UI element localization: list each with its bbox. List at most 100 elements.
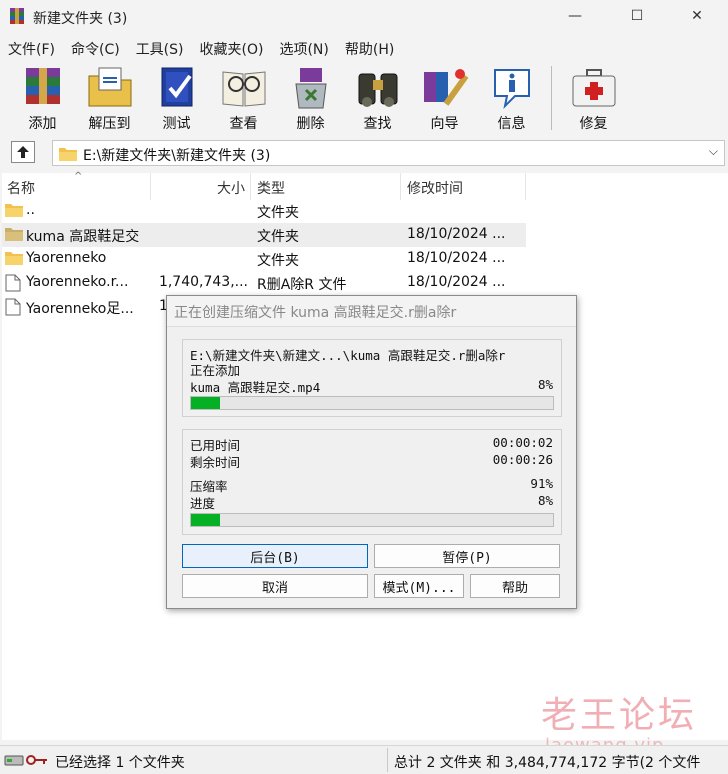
add-button[interactable]: 添加	[9, 60, 76, 134]
menu-file[interactable]: 文件(F)	[0, 36, 63, 60]
menu-options[interactable]: 选项(N)	[271, 36, 336, 60]
folder-icon	[5, 204, 23, 217]
progress-label: 进度	[190, 496, 216, 511]
add-label: 添加	[28, 116, 57, 132]
compression-ratio: 91%	[530, 476, 553, 491]
view-label: 查看	[229, 116, 258, 132]
total-progress-fill	[191, 514, 220, 526]
remaining-time: 00:00:26	[492, 452, 553, 467]
delete-label: 删除	[296, 116, 325, 132]
info-button[interactable]: 信息	[478, 60, 545, 134]
file-type: 文件夹	[257, 253, 299, 269]
drive-icon	[4, 755, 24, 766]
total-progress-bar	[190, 513, 554, 527]
close-button[interactable]: ✕	[674, 0, 720, 32]
extract-to-icon	[88, 67, 131, 107]
total-progress-panel: 已用时间 00:00:02 剩余时间 00:00:26 压缩率 91% 进度 8…	[182, 429, 562, 535]
test-icon	[161, 67, 192, 107]
window-title: 新建文件夹 (3)	[33, 11, 128, 27]
file-row[interactable]: Yaorenneko.r... 1,740,743,... R删A除R 文件 1…	[2, 271, 526, 295]
toolbar: 添加 解压到 测试 查看 删除 查找 向导 信息 修复	[0, 60, 728, 134]
up-folder-button[interactable]	[11, 141, 35, 163]
column-size[interactable]: 大小	[151, 173, 251, 200]
repair-label: 修复	[579, 116, 608, 132]
delete-button[interactable]: 删除	[277, 60, 344, 134]
file-icon	[5, 274, 21, 292]
up-arrow-icon	[17, 146, 29, 158]
wizard-button[interactable]: 向导	[411, 60, 478, 134]
folder-icon	[5, 252, 23, 265]
wizard-icon	[423, 69, 468, 106]
file-type: 文件夹	[257, 229, 299, 245]
file-progress-fill	[191, 397, 220, 409]
cancel-button[interactable]: 取消	[182, 574, 368, 598]
file-size: 1,740,743,...	[158, 274, 248, 290]
repair-button[interactable]: 修复	[560, 60, 627, 134]
menu-bar: 文件(F) 命令(C) 工具(S) 收藏夹(O) 选项(N) 帮助(H)	[0, 36, 402, 60]
info-label: 信息	[497, 116, 526, 132]
column-name-label: 名称	[7, 181, 35, 197]
status-total: 总计 2 文件夹 和 3,484,774,172 字节(2 个文件	[394, 755, 701, 771]
column-modified[interactable]: 修改时间	[401, 173, 526, 200]
file-row[interactable]: Yaorenneko 文件夹 18/10/2024 ...	[2, 247, 526, 271]
find-button[interactable]: 查找	[344, 60, 411, 134]
dialog-title: 正在创建压缩文件 kuma 高跟鞋足交.r删a除r	[167, 296, 576, 327]
file-icon	[5, 298, 21, 316]
folder-icon	[5, 228, 23, 241]
delete-icon	[294, 68, 327, 109]
extract-to-button[interactable]: 解压到	[76, 60, 143, 134]
file-name: ..	[26, 202, 35, 218]
column-size-label: 大小	[217, 181, 245, 197]
extract-to-label: 解压到	[88, 116, 131, 132]
test-button[interactable]: 测试	[143, 60, 210, 134]
find-label: 查找	[363, 116, 392, 132]
view-button[interactable]: 查看	[210, 60, 277, 134]
maximize-button[interactable]: ☐	[614, 0, 660, 32]
file-percent: 8%	[537, 377, 553, 392]
column-type-label: 类型	[257, 181, 285, 197]
status-selection: 已经选择 1 个文件夹	[55, 755, 185, 771]
status-separator	[387, 748, 388, 772]
pause-button[interactable]: 暂停(P)	[374, 544, 560, 568]
wizard-label: 向导	[430, 116, 459, 132]
mode-button[interactable]: 模式(M)...	[374, 574, 464, 598]
folder-icon	[59, 148, 77, 161]
column-modified-label: 修改时间	[407, 181, 463, 197]
info-icon	[493, 69, 530, 110]
watermark-text: 老王论坛	[541, 695, 698, 736]
key-icon	[26, 755, 47, 765]
file-type: 文件夹	[257, 205, 299, 221]
menu-favorites[interactable]: 收藏夹(O)	[192, 36, 272, 60]
file-progress-bar	[190, 396, 554, 410]
file-row-selected[interactable]: kuma 高跟鞋足交 文件夹 18/10/2024 ...	[2, 223, 526, 247]
column-name[interactable]: 名称 ^	[2, 171, 151, 200]
total-percent: 8%	[537, 493, 553, 508]
menu-commands[interactable]: 命令(C)	[63, 36, 128, 60]
current-file: kuma 高跟鞋足交.mp4	[190, 380, 321, 395]
help-button[interactable]: 帮助	[470, 574, 560, 598]
elapsed-time: 00:00:02	[492, 435, 553, 450]
status-bar: 已经选择 1 个文件夹 总计 2 文件夹 和 3,484,774,172 字节(…	[0, 745, 728, 774]
title-bar: 新建文件夹 (3) — ☐ ✕	[0, 0, 728, 34]
sort-ascending-icon: ^	[74, 171, 83, 182]
menu-help[interactable]: 帮助(H)	[337, 36, 402, 60]
minimize-button[interactable]: —	[552, 0, 598, 32]
file-modified: 18/10/2024 ...	[407, 226, 506, 242]
menu-tools[interactable]: 工具(S)	[128, 36, 192, 60]
file-type: R删A除R 文件	[257, 277, 347, 293]
file-progress-panel: E:\新建文件夹\新建文...\kuma 高跟鞋足交.r删a除r 正在添加 ku…	[182, 339, 562, 417]
address-path: E:\新建文件夹\新建文件夹 (3)	[83, 148, 271, 164]
file-name: Yaorenneko足...	[26, 301, 134, 317]
file-row[interactable]: .. 文件夹	[2, 199, 526, 223]
file-modified: 18/10/2024 ...	[407, 250, 506, 266]
remaining-label: 剩余时间	[190, 455, 241, 470]
column-type[interactable]: 类型	[251, 173, 401, 200]
background-button[interactable]: 后台(B)	[182, 544, 368, 568]
address-bar[interactable]: E:\新建文件夹\新建文件夹 (3) ⌵	[52, 140, 725, 166]
add-archive-icon	[25, 68, 60, 104]
chevron-down-icon[interactable]: ⌵	[709, 144, 718, 159]
file-modified: 18/10/2024 ...	[407, 274, 506, 290]
test-label: 测试	[162, 116, 191, 132]
find-icon	[358, 73, 397, 107]
winrar-app-icon	[10, 8, 24, 24]
